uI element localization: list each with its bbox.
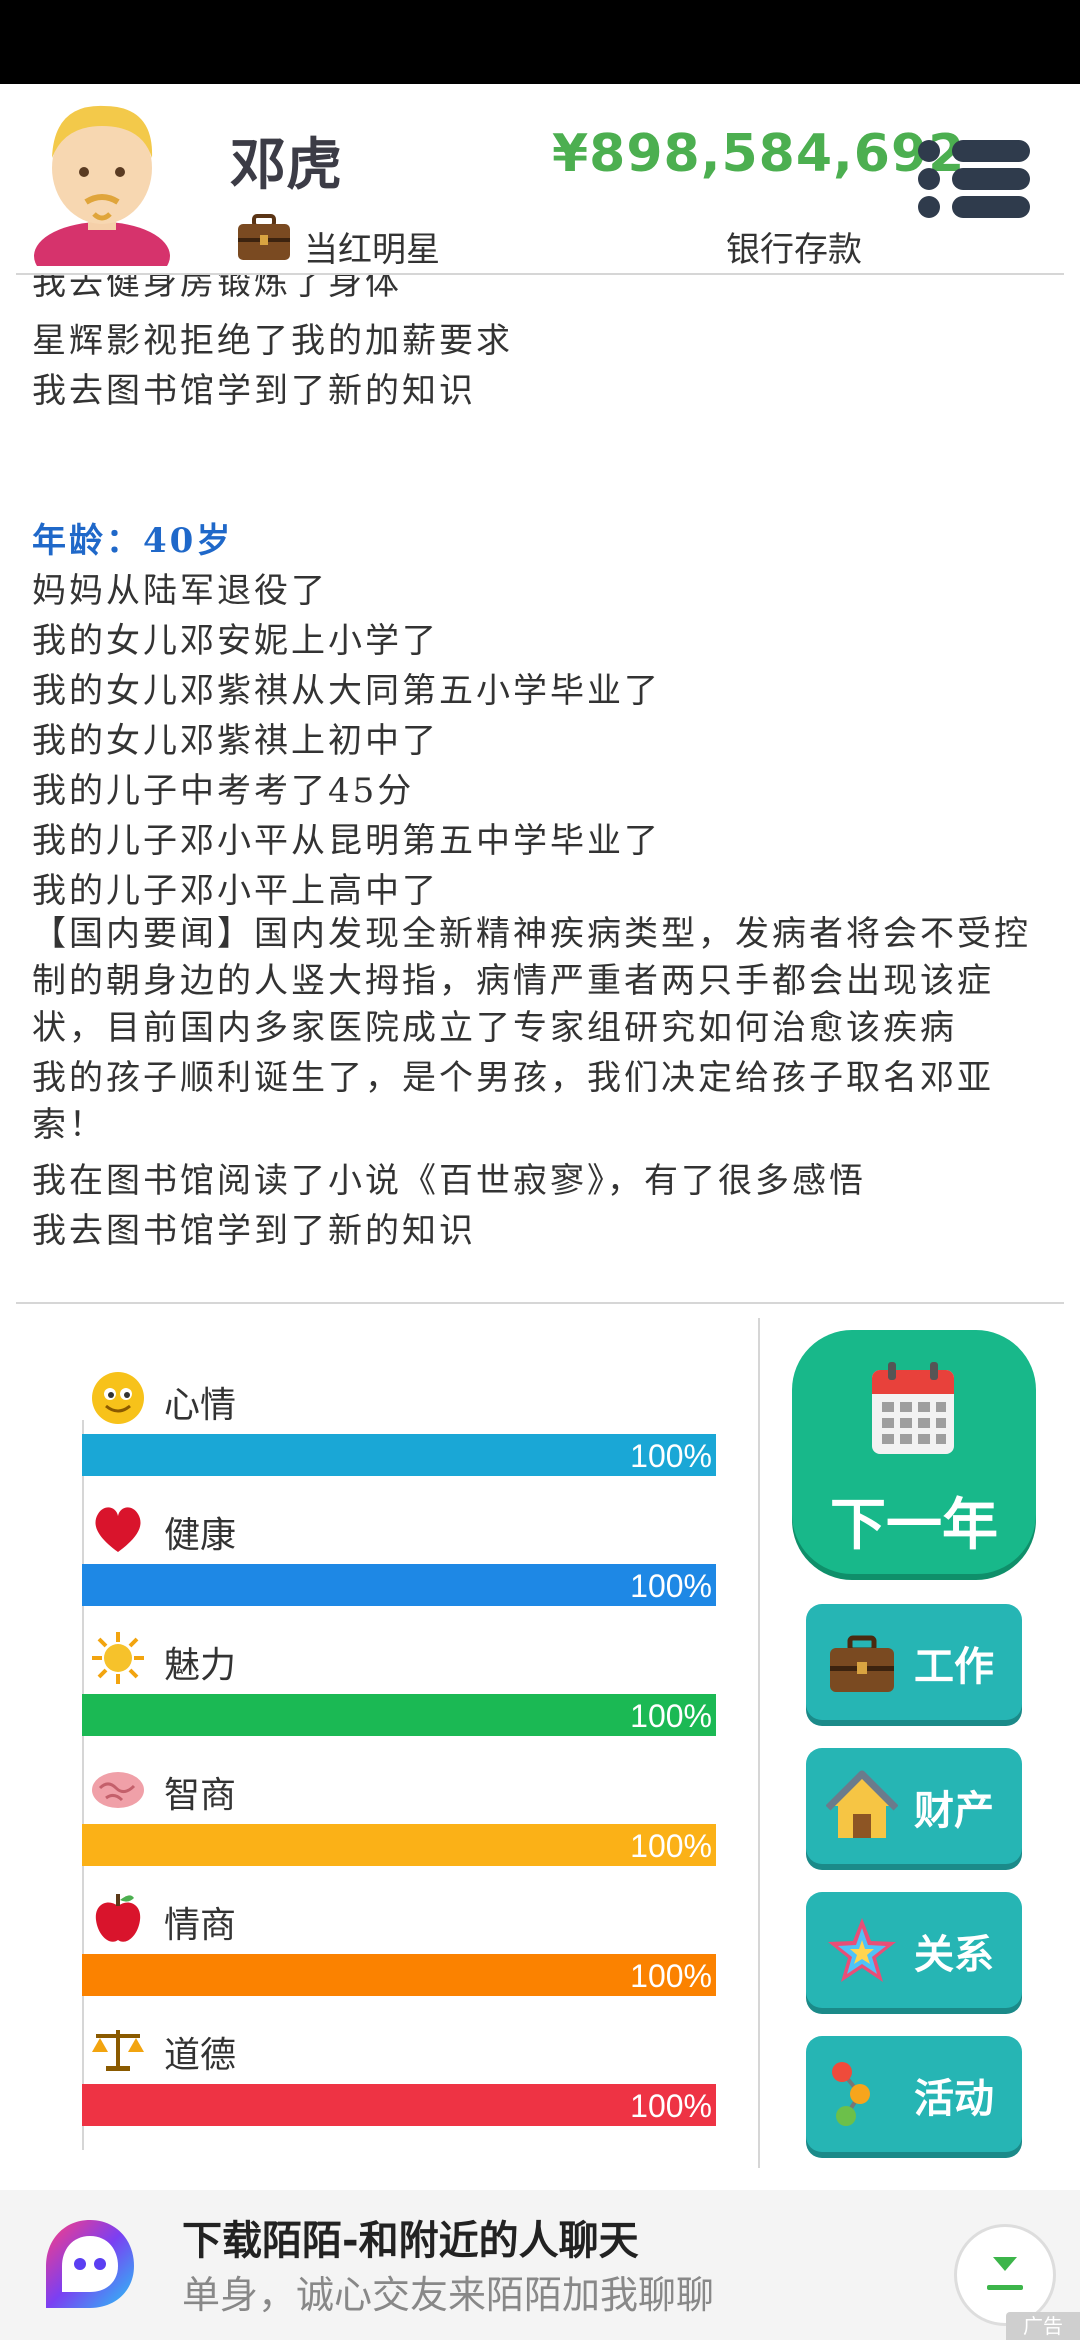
property-button[interactable]: 财产 [806,1748,1022,1864]
stat-bar: 100% [82,1824,716,1866]
property-label: 财产 [914,1788,994,1834]
log-divider [16,1302,1064,1304]
stat-label: 魅力 [164,1645,237,1686]
log-line: 我在图书馆阅读了小说《百世寂寥》，有了很多感悟 [32,1161,866,1201]
log-line: 我的女儿邓紫祺从大同第五小学毕业了 [32,671,661,711]
stat-bar-fill [82,2084,716,2126]
age-heading: 年龄：40岁 [32,521,234,561]
stat-label: 情商 [164,1905,237,1946]
stat-bar-fill [82,1954,716,1996]
log-line: 星辉影视拒绝了我的加薪要求 [32,321,513,361]
stat-percent: 100% [630,2088,712,2124]
molecule-icon [832,2062,870,2126]
brain-icon [92,1772,144,1808]
menu-icon-bar [952,196,1030,218]
stat-percent: 100% [630,1568,712,1604]
briefcase-icon [238,214,290,260]
stats-axis [82,1420,84,2150]
menu-icon-dot [918,196,940,218]
stat-percent: 100% [630,1958,712,1994]
stat-percent: 100% [630,1438,712,1474]
next-year-button[interactable]: 下一年 [792,1330,1036,1574]
apple-icon [95,1894,141,1942]
activities-button[interactable]: 活动 [806,2036,1022,2152]
log-line: 我去图书馆学到了新的知识 [32,1211,476,1251]
status-bar [0,0,1080,84]
log-line: 妈妈从陆军退役了 [32,571,328,611]
sun-icon [92,1632,144,1684]
stat-bar-fill [82,1824,716,1866]
stat-bar: 100% [82,1954,716,1996]
log-line: 我的孩子顺利诞生了，是个男孩，我们决定给孩子取名邓亚索！ [32,1058,994,1145]
heart-icon [95,1507,141,1552]
avatar [34,105,170,266]
player-name: 邓虎 [230,133,342,198]
stat-bar: 100% [82,1564,716,1606]
scales-icon [92,2030,144,2071]
briefcase-icon [830,1635,894,1692]
next-year-label: 下一年 [830,1493,998,1558]
ad-subtitle: 单身，诚心交友来陌陌加我聊聊 [182,2273,715,2317]
stat-label: 智商 [164,1775,237,1816]
calendar-icon [872,1362,954,1454]
log-line: 我的儿子中考考了45分 [32,771,415,811]
stat-bar: 100% [82,2084,716,2126]
work-label: 工作 [914,1644,994,1690]
log-line: 我的女儿邓紫祺上初中了 [32,721,439,761]
stat-bar-fill [82,1564,716,1606]
log-line: 我去图书馆学到了新的知识 [32,371,476,411]
log-line: 我去健身房锻炼了身体 [32,275,402,303]
stat-bar: 100% [82,1694,716,1736]
log-line: 我的儿子邓小平从昆明第五中学毕业了 [32,821,661,861]
stat-percent: 100% [630,1828,712,1864]
job-title: 当红明星 [304,230,440,270]
news-entry: 【国内要闻】国内发现全新精神疾病类型，发病者将会不受控制的朝身边的人竖大拇指，病… [32,914,1031,1048]
ad-title: 下载陌陌-和附近的人聊天 [182,2218,639,2264]
download-icon [987,2257,1023,2290]
smiley-icon [92,1372,144,1424]
bank-balance: ¥898,584,692 [552,124,966,184]
menu-icon-bar [952,168,1030,190]
menu-icon-dot [918,168,940,190]
house-icon [826,1770,898,1838]
stat-bar-fill [82,1694,716,1736]
stat-label: 心情 [164,1385,237,1426]
life-log[interactable]: 我去健身房锻炼了身体 星辉影视拒绝了我的加薪要求 我去图书馆学到了新的知识 年龄… [0,275,1080,1303]
panel-divider [758,1318,760,2168]
stat-label: 健康 [164,1515,237,1556]
stat-bar: 100% [82,1434,716,1476]
star-icon [828,1918,896,1982]
menu-icon-bar [952,140,1030,162]
stat-bar-fill [82,1434,716,1476]
log-line: 我的儿子邓小平上高中了 [32,871,439,911]
relations-label: 关系 [914,1932,994,1978]
ad-tag: 广告 [1006,2312,1080,2340]
momo-logo-icon [46,2220,134,2308]
bank-balance-label: 银行存款 [726,230,862,270]
log-line: 我的女儿邓安妮上小学了 [32,621,439,661]
ad-download-button[interactable] [954,2224,1056,2326]
relations-button[interactable]: 关系 [806,1892,1022,2008]
menu-icon [918,140,940,162]
menu-button[interactable] [918,138,1030,220]
activities-label: 活动 [914,2076,994,2122]
stat-percent: 100% [630,1698,712,1734]
stat-label: 道德 [164,2035,237,2076]
work-button[interactable]: 工作 [806,1604,1022,1720]
